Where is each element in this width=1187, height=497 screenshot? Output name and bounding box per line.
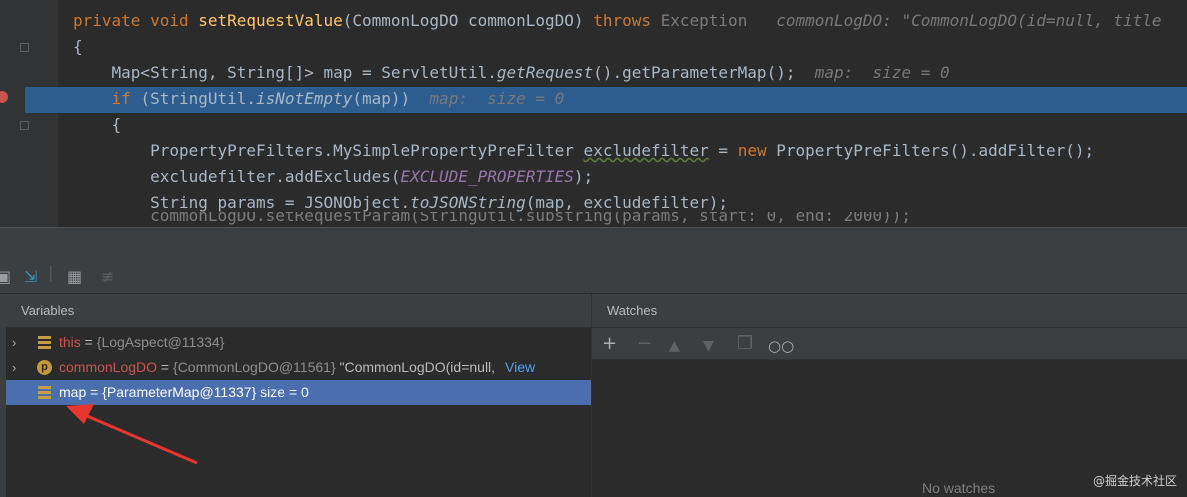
code-token: map: size = 0 — [814, 63, 950, 82]
code-token: excludefilter.addExcludes( — [73, 167, 401, 186]
variable-name: map = {ParameterMap@11337} size = 0 — [59, 384, 309, 400]
remove-watch-icon[interactable]: − — [637, 334, 652, 354]
variable-value: "CommonLogDO(id=null, t... — [339, 359, 497, 375]
code-token: getRequest — [496, 63, 594, 82]
fold-icon[interactable] — [20, 121, 29, 130]
add-watch-icon[interactable]: + — [602, 334, 617, 354]
code-line: excludefilter.addExcludes(EXCLUDE_PROPER… — [73, 164, 593, 190]
code-line: if (StringUtil.isNotEmpty(map)) map: siz… — [73, 86, 565, 112]
code-token: map: size = 0 — [429, 89, 565, 108]
code-token: (map, excludefilter); — [525, 193, 729, 212]
variable-name: commonLogDO = {CommonLogDO@11561} "Commo… — [59, 355, 496, 380]
variable-row[interactable]: › this = {LogAspect@11334} — [6, 330, 591, 355]
editor-gutter — [0, 0, 14, 227]
separator: | — [48, 263, 54, 282]
code-token: toJSONString — [410, 193, 526, 212]
code-token: new — [737, 141, 777, 160]
code-token: isNotEmpty — [256, 89, 353, 108]
code-token: ().getParameterMap(); — [593, 63, 815, 82]
variables-header: Variables — [6, 294, 591, 328]
field-icon — [38, 336, 51, 349]
code-token: = — [708, 141, 738, 160]
field-icon — [38, 386, 51, 399]
watermark: @掘金技术社区 — [1092, 474, 1177, 488]
code-token: Map<String, String[]> map = ServletUtil. — [73, 63, 497, 82]
move-up-icon[interactable]: ▲ — [669, 336, 680, 356]
code-line: Map<String, String[]> map = ServletUtil.… — [73, 60, 950, 86]
view-link[interactable]: View — [505, 355, 535, 380]
variable-type: {LogAspect@11334} — [96, 334, 225, 350]
variables-title: Variables — [21, 303, 75, 318]
watches-header: Watches — [592, 294, 1187, 328]
code-line: { — [73, 34, 83, 60]
panel-divider[interactable] — [0, 227, 1187, 260]
code-editor[interactable]: private void setRequestValue(CommonLogDO… — [0, 0, 1187, 227]
code-token: PropertyPreFilters().addFilter(); — [776, 141, 1095, 160]
fold-icon[interactable] — [20, 43, 29, 52]
code-token: (StringUtil. — [140, 89, 257, 108]
duplicate-watch-icon[interactable]: ❐ — [737, 334, 753, 354]
watches-title: Watches — [607, 303, 658, 318]
code-token: String params = JSONObject. — [73, 193, 411, 212]
variables-panel: Variables › this = {LogAspect@11334} › p Vie… — [6, 294, 591, 497]
variable-type: {CommonLogDO@11561} — [173, 359, 336, 375]
variable-row[interactable]: › p View commonLogDO = {CommonLogDO@11561} … — [6, 355, 591, 380]
code-token: commonLogDO: "CommonLogDO(id=null, title — [766, 11, 1162, 30]
code-line: { — [73, 112, 122, 138]
trace-stream-icon[interactable]: ≢ — [101, 268, 114, 286]
expand-chevron-icon[interactable]: › — [12, 330, 16, 355]
variable-row[interactable]: map = {ParameterMap@11337} size = 0 — [6, 380, 591, 405]
code-token: if — [73, 89, 141, 108]
code-token: PropertyPreFilters.MySimplePropertyPreFi… — [73, 141, 584, 160]
code-token: excludefilter — [583, 141, 709, 160]
watches-panel: Watches + − ▲ ▼ ❐ ○○ No watches — [591, 294, 1187, 497]
variable-type: {ParameterMap@11337} — [102, 384, 257, 400]
code-token: (map)) — [352, 89, 430, 108]
step-over-icon[interactable]: ⇲ — [24, 268, 37, 286]
cut-off-code-line: commonLogDO.setRequestParam(StringUtil.s… — [73, 212, 912, 225]
evaluate-expression-icon[interactable]: ▦ — [67, 268, 82, 286]
code-token: private void — [73, 11, 199, 30]
code-token: ); — [573, 167, 594, 186]
code-token: (CommonLogDO commonLogDO) — [342, 11, 594, 30]
code-token: throws — [593, 11, 661, 30]
line-gutter — [14, 0, 58, 227]
move-down-icon[interactable]: ▼ — [703, 336, 714, 356]
code-token: setRequestValue — [198, 11, 343, 30]
expand-chevron-icon[interactable]: › — [12, 355, 16, 380]
code-token: { — [73, 37, 83, 56]
no-watches-text: No watches — [922, 480, 996, 496]
code-token: EXCLUDE_PROPERTIES — [400, 167, 574, 186]
code-token: Exception — [660, 11, 767, 30]
code-token: { — [73, 115, 122, 134]
debug-toolbar: ▣ ⇲ | ▦ ≢ — [0, 260, 1187, 294]
code-line: private void setRequestValue(CommonLogDO… — [73, 8, 1162, 34]
show-watches-icon[interactable]: ○○ — [768, 336, 794, 356]
variable-value: size = 0 — [256, 384, 309, 400]
frames-icon[interactable]: ▣ — [0, 268, 11, 286]
variable-name: this = {LogAspect@11334} — [59, 334, 225, 350]
watches-toolbar: + − ▲ ▼ ❐ ○○ — [592, 328, 1187, 360]
code-line: PropertyPreFilters.MySimplePropertyPreFi… — [73, 138, 1094, 164]
parameter-icon: p — [37, 360, 52, 375]
